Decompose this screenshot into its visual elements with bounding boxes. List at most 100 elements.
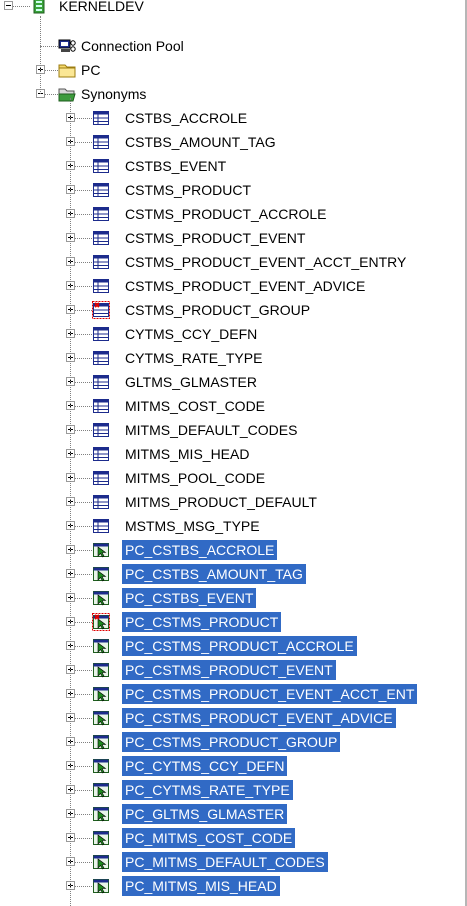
tree-connector-horizontal [75, 454, 92, 455]
tree-item-label: PC_CSTMS_PRODUCT_EVENT_ADVICE [122, 708, 396, 728]
tree-item-label: PC_CSTMS_PRODUCT_EVENT [122, 660, 336, 680]
tree-connector-horizontal [75, 118, 92, 119]
tree-item-label: Connection Pool [81, 38, 184, 54]
synonym-icon [92, 733, 110, 751]
tree-item-label: MITMS_DEFAULT_CODES [125, 422, 298, 438]
tree-item-label: Synonyms [81, 86, 147, 102]
tree-connector-horizontal [75, 430, 92, 431]
tree-item-label: CSTMS_PRODUCT [125, 182, 252, 198]
tree-connector-horizontal [75, 622, 92, 623]
tree-connector-horizontal [75, 526, 92, 527]
tree-item-label: GLTMS_GLMASTER [125, 374, 257, 390]
tree-connector-horizontal [13, 6, 30, 7]
table-icon [92, 205, 110, 223]
tree-connector-horizontal [75, 310, 92, 311]
tree-connector-horizontal [75, 190, 92, 191]
tree-item-label: MITMS_PRODUCT_DEFAULT [125, 494, 317, 510]
tree-connector-horizontal [40, 46, 58, 47]
tree-item-label: PC_CSTBS_EVENT [122, 588, 257, 608]
table-icon [92, 109, 110, 127]
table-icon [92, 253, 110, 271]
synonym-error-icon [92, 613, 110, 631]
synonym-icon [92, 757, 110, 775]
tree-connector-horizontal [75, 406, 92, 407]
tree-item-label: MSTMS_MSG_TYPE [125, 518, 260, 534]
tree-connector-horizontal [45, 70, 58, 71]
tree-connector-horizontal [75, 142, 92, 143]
tree-item-kerneldev[interactable]: KERNELDEV [0, 0, 467, 18]
tree-connector-horizontal [75, 862, 92, 863]
tree-item-label: PC_CSTBS_ACCROLE [122, 540, 278, 560]
synonym-icon [92, 589, 110, 607]
collapse-icon[interactable] [4, 1, 13, 10]
table-icon [92, 421, 110, 439]
tree-item-label: CSTBS_ACCROLE [125, 110, 248, 126]
tree-connector-horizontal [75, 334, 92, 335]
synonym-icon [92, 709, 110, 727]
tree-item-label: PC_CSTMS_PRODUCT_ACCROLE [122, 636, 357, 656]
folder-open-icon [58, 85, 76, 103]
table-icon [92, 517, 110, 535]
tree-connector-horizontal [75, 550, 92, 551]
synonym-icon [92, 805, 110, 823]
tree-item-label: PC [81, 62, 101, 78]
tree-item-label: CSTMS_PRODUCT_ACCROLE [125, 206, 327, 222]
synonym-icon [92, 853, 110, 871]
tree-connector-horizontal [75, 670, 92, 671]
table-icon [92, 325, 110, 343]
tree-connector-horizontal [75, 838, 92, 839]
tree-item-label: CSTMS_PRODUCT_GROUP [125, 302, 311, 318]
synonym-icon [92, 637, 110, 655]
table-icon [92, 349, 110, 367]
tree-item-label: PC_CSTMS_PRODUCT_GROUP [122, 732, 341, 752]
tree-connector-horizontal [75, 742, 92, 743]
tree-connector-horizontal [75, 766, 92, 767]
tree-connector-horizontal [75, 598, 92, 599]
tree-item-label: PC_GLTMS_GLMASTER [122, 804, 288, 824]
tree-connector-horizontal [75, 286, 92, 287]
tree-item-label: CSTBS_EVENT [125, 158, 227, 174]
tree-connector-horizontal [75, 238, 92, 239]
tree-item-label: MITMS_MIS_HEAD [125, 446, 250, 462]
tree-connector-horizontal [75, 214, 92, 215]
tree-item-label: CYTMS_RATE_TYPE [125, 350, 263, 366]
tree-connector-vertical [70, 98, 71, 906]
tree-item-label: MITMS_POOL_CODE [125, 470, 266, 486]
tree-item-label: MITMS_COST_CODE [125, 398, 266, 414]
synonym-icon [92, 565, 110, 583]
tree-connector-horizontal [75, 262, 92, 263]
synonym-icon [92, 781, 110, 799]
tree-item-label: CSTMS_PRODUCT_EVENT [125, 230, 306, 246]
tree-item-label: PC_MITMS_MIS_HEAD [122, 876, 280, 896]
tree-item-label: CSTMS_PRODUCT_EVENT_ADVICE [125, 278, 366, 294]
tree-item-connection-pool[interactable]: Connection Pool [0, 34, 467, 58]
tree-connector-horizontal [75, 166, 92, 167]
tree-connector-horizontal [75, 694, 92, 695]
tree-item-label: PC_CSTMS_PRODUCT [122, 612, 282, 632]
tree-connector-horizontal [75, 814, 92, 815]
tree-item-label: PC_CYTMS_CCY_DEFN [122, 756, 288, 776]
folder-icon [58, 61, 76, 79]
tree-connector-horizontal [45, 94, 58, 95]
tree-item-label: PC_MITMS_COST_CODE [122, 828, 296, 848]
tree-item-label: PC_CYTMS_RATE_TYPE [122, 780, 293, 800]
tree-connector-vertical [40, 16, 41, 94]
table-error-icon [92, 301, 110, 319]
tree-item-label: CSTBS_AMOUNT_TAG [125, 134, 276, 150]
tree-item-label: PC_MITMS_DEFAULT_CODES [122, 852, 328, 872]
tree-connector-horizontal [75, 478, 92, 479]
tree-connector-horizontal [75, 646, 92, 647]
table-icon [92, 181, 110, 199]
table-icon [92, 493, 110, 511]
database-icon [30, 0, 48, 15]
table-icon [92, 277, 110, 295]
synonym-icon [92, 541, 110, 559]
tree-item-label: CYTMS_CCY_DEFN [125, 326, 258, 342]
navigator-tree[interactable]: KERNELDEV Connection Pool PC Synonyms CSTBS_… [0, 0, 467, 906]
tree-item-label: KERNELDEV [59, 0, 144, 14]
tree-connector-horizontal [75, 358, 92, 359]
tree-connector-horizontal [75, 790, 92, 791]
synonym-icon [92, 829, 110, 847]
tree-item-pc[interactable]: PC [0, 58, 467, 82]
table-icon [92, 133, 110, 151]
